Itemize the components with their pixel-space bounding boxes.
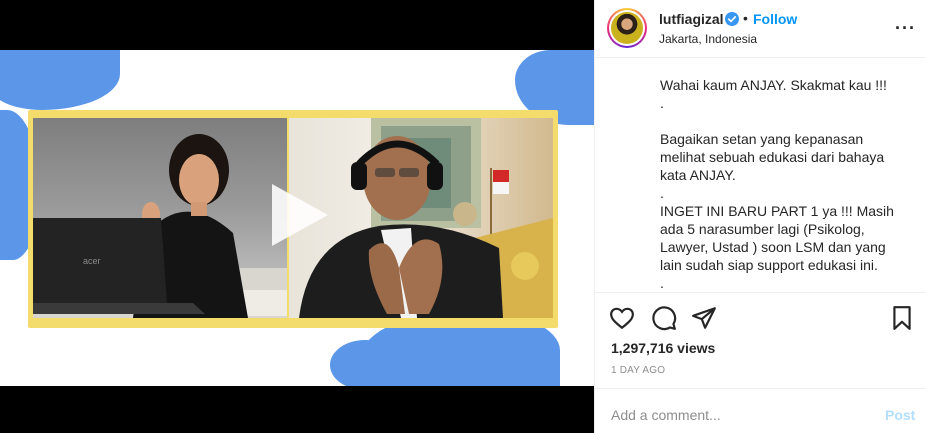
caption-line [660,112,900,130]
view-count[interactable]: 1,297,716 views [611,340,715,356]
post-sidebar: lutfiagizal • Follow Jakarta, Indonesia … [594,0,925,433]
post-caption: Wahai kaum ANJAY. Skakmat kau !!! . Baga… [660,76,900,290]
caption-line: INGET INI BARU PART 1 ya !!! Masih ada 5… [660,203,894,273]
divider [595,388,925,389]
post-header: lutfiagizal • Follow Jakarta, Indonesia … [595,0,925,58]
divider [595,292,925,293]
avatar[interactable] [607,8,647,48]
header-separator: • [743,10,748,26]
caption-line: Bagaikan setan yang kepanasan melihat se… [660,131,885,183]
caption-line: . [660,185,664,201]
caption-line: . [660,95,664,111]
post-timestamp[interactable]: 1 DAY AGO [611,365,665,376]
username-link[interactable]: lutfiagizal [659,11,724,27]
avatar-border [609,10,645,46]
follow-button[interactable]: Follow [753,11,797,27]
caption-line: . [660,275,664,290]
post-comment-button[interactable]: Post [885,407,915,423]
play-icon[interactable] [262,180,332,250]
caption-line: Wahai kaum ANJAY. Skakmat kau !!! [660,77,887,93]
blue-splash-bottom-small [330,340,400,386]
action-bar [595,300,925,336]
blue-splash-top-left [0,50,120,110]
comment-input[interactable] [611,407,851,423]
paper-plane-icon[interactable] [691,305,717,331]
laptop-brand-label: acer [83,256,101,266]
post-media: acer [0,0,594,433]
avatar-image [611,12,643,44]
verified-badge-icon [725,12,739,26]
comment-bubble-icon[interactable] [651,305,677,331]
bookmark-icon[interactable] [889,305,915,331]
more-options-icon[interactable]: ··· [895,18,916,39]
man-with-laptop-illustration [33,134,287,318]
heart-icon[interactable] [609,305,635,331]
video-panel-left: acer [33,118,287,318]
location-link[interactable]: Jakarta, Indonesia [659,32,757,46]
